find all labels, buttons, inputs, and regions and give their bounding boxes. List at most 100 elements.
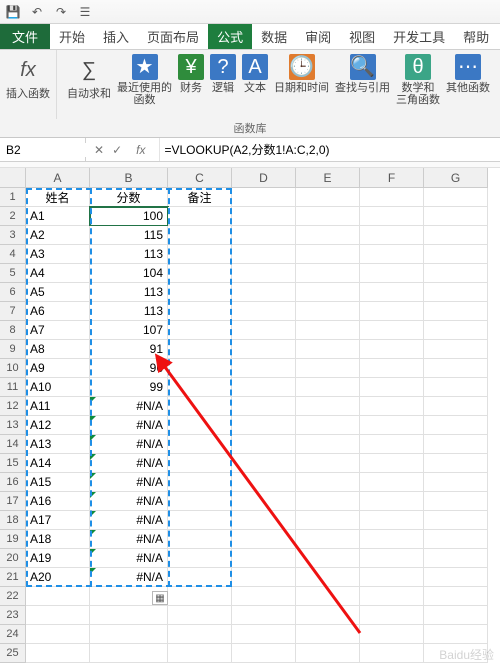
cell-A19[interactable]: A18 [26,530,90,549]
cell-B4[interactable]: 113 [90,245,168,264]
tab-formulas[interactable]: 公式 [208,24,252,49]
cell-G20[interactable] [424,549,488,568]
cell-B8[interactable]: 107 [90,321,168,340]
cell-G22[interactable] [424,587,488,606]
cell-D14[interactable] [232,435,296,454]
cell-A21[interactable]: A20 [26,568,90,587]
cell-E11[interactable] [296,378,360,397]
cell-C24[interactable] [168,625,232,644]
tab-file[interactable]: 文件 [0,24,50,49]
cell-F17[interactable] [360,492,424,511]
row-header[interactable]: 6 [0,283,26,302]
cell-E2[interactable] [296,207,360,226]
cell-C16[interactable] [168,473,232,492]
cell-E10[interactable] [296,359,360,378]
cell-C22[interactable] [168,587,232,606]
row-header[interactable]: 19 [0,530,26,549]
cell-F3[interactable] [360,226,424,245]
cell-F2[interactable] [360,207,424,226]
tab-view[interactable]: 视图 [340,24,384,49]
cell-D25[interactable] [232,644,296,663]
recently-used-button[interactable]: ★ 最近使用的 函数 [117,54,172,106]
spreadsheet-grid[interactable]: ABCDEFG 1姓名分数备注2A11003A21154A31135A41046… [0,168,500,663]
cell-C14[interactable] [168,435,232,454]
cell-D4[interactable] [232,245,296,264]
cell-B3[interactable]: 115 [90,226,168,245]
cell-D22[interactable] [232,587,296,606]
redo-icon[interactable]: ↷ [54,5,68,19]
cell-E1[interactable] [296,188,360,207]
cell-E6[interactable] [296,283,360,302]
cell-A24[interactable] [26,625,90,644]
save-icon[interactable]: 💾 [6,5,20,19]
cell-A4[interactable]: A3 [26,245,90,264]
financial-button[interactable]: ¥ 财务 [178,54,204,94]
cell-C17[interactable] [168,492,232,511]
cell-G11[interactable] [424,378,488,397]
cell-E8[interactable] [296,321,360,340]
cell-D9[interactable] [232,340,296,359]
cell-G14[interactable] [424,435,488,454]
cell-F21[interactable] [360,568,424,587]
cell-D15[interactable] [232,454,296,473]
tab-help[interactable]: 帮助 [454,24,498,49]
autofill-options-button[interactable]: ▦ [152,591,168,605]
cell-D10[interactable] [232,359,296,378]
row-header[interactable]: 10 [0,359,26,378]
autosum-button[interactable]: ∑ 自动求和 [67,54,111,100]
cell-G4[interactable] [424,245,488,264]
cell-F8[interactable] [360,321,424,340]
cell-G13[interactable] [424,416,488,435]
cell-E22[interactable] [296,587,360,606]
cell-C5[interactable] [168,264,232,283]
cell-C20[interactable] [168,549,232,568]
cell-G24[interactable] [424,625,488,644]
cell-D7[interactable] [232,302,296,321]
cell-C10[interactable] [168,359,232,378]
row-header[interactable]: 25 [0,644,26,663]
cell-C11[interactable] [168,378,232,397]
cell-D19[interactable] [232,530,296,549]
cell-B11[interactable]: 99 [90,378,168,397]
cell-G6[interactable] [424,283,488,302]
cell-B21[interactable]: #N/A [90,568,168,587]
column-header-D[interactable]: D [232,168,296,188]
cell-F10[interactable] [360,359,424,378]
cell-A1[interactable]: 姓名 [26,188,90,207]
cell-C23[interactable] [168,606,232,625]
cell-A5[interactable]: A4 [26,264,90,283]
row-header[interactable]: 8 [0,321,26,340]
cell-B17[interactable]: #N/A [90,492,168,511]
cell-F15[interactable] [360,454,424,473]
cell-D12[interactable] [232,397,296,416]
cell-G5[interactable] [424,264,488,283]
cell-E9[interactable] [296,340,360,359]
cell-C19[interactable] [168,530,232,549]
row-header[interactable]: 12 [0,397,26,416]
ribbon-insert-function[interactable]: fx 插入函数 [0,50,57,119]
cell-E5[interactable] [296,264,360,283]
math-button[interactable]: θ 数学和 三角函数 [396,54,440,106]
cell-A9[interactable]: A8 [26,340,90,359]
cell-A15[interactable]: A14 [26,454,90,473]
cell-E19[interactable] [296,530,360,549]
cell-B18[interactable]: #N/A [90,511,168,530]
cell-F11[interactable] [360,378,424,397]
column-header-B[interactable]: B [90,168,168,188]
row-header[interactable]: 13 [0,416,26,435]
cell-E4[interactable] [296,245,360,264]
row-header[interactable]: 14 [0,435,26,454]
cell-D8[interactable] [232,321,296,340]
cell-G8[interactable] [424,321,488,340]
column-header-A[interactable]: A [26,168,90,188]
cell-G18[interactable] [424,511,488,530]
cell-C6[interactable] [168,283,232,302]
cell-B13[interactable]: #N/A [90,416,168,435]
row-header[interactable]: 5 [0,264,26,283]
cell-F5[interactable] [360,264,424,283]
text-button[interactable]: A 文本 [242,54,268,94]
cell-F24[interactable] [360,625,424,644]
cell-E17[interactable] [296,492,360,511]
cell-F4[interactable] [360,245,424,264]
row-header[interactable]: 21 [0,568,26,587]
